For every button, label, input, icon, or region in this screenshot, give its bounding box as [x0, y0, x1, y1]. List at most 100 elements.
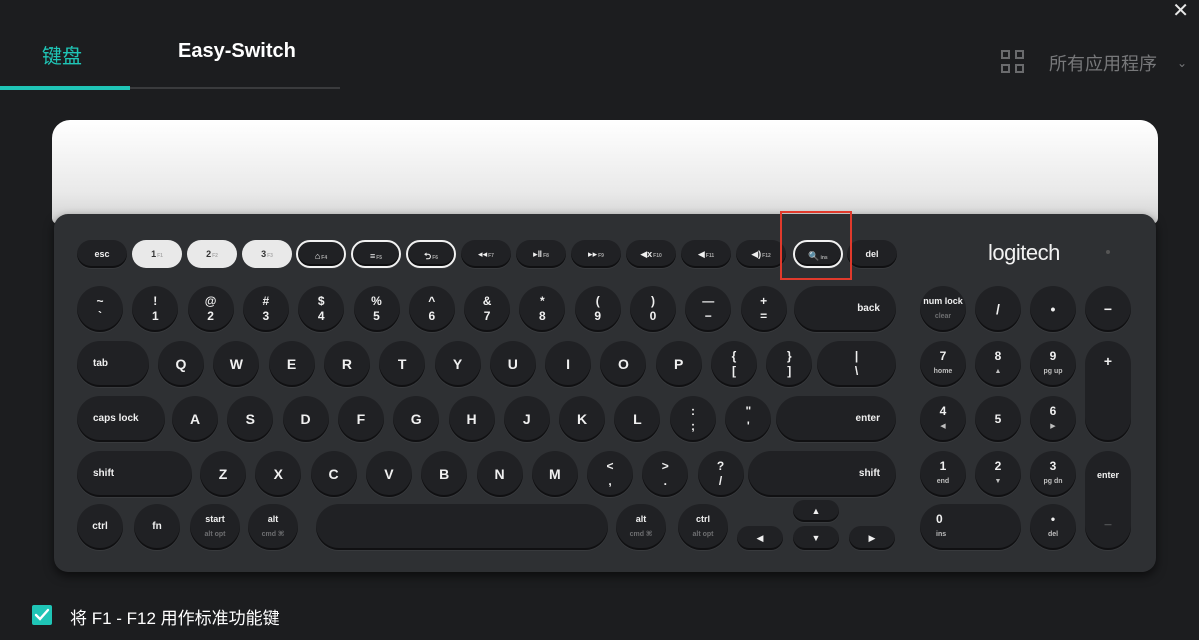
enter-key[interactable]: enter	[776, 396, 896, 442]
key-p[interactable]: P	[655, 341, 702, 387]
numpad-dot-key[interactable]: • del	[1030, 504, 1076, 550]
shift-right-key[interactable]: shift	[748, 451, 896, 497]
key-y[interactable]: Y	[434, 341, 481, 387]
fn-key-f1[interactable]: 1F1	[132, 240, 182, 268]
backspace-key[interactable]: back	[794, 286, 896, 332]
chevron-down-icon[interactable]: ⌄	[1177, 56, 1187, 70]
fn-key-del[interactable]: del	[847, 240, 897, 268]
shift-left-key[interactable]: shift	[77, 451, 192, 497]
key-d[interactable]: D	[282, 396, 329, 442]
spacebar[interactable]	[316, 504, 608, 550]
key-j[interactable]: J	[503, 396, 550, 442]
key-3[interactable]: #3	[242, 286, 289, 332]
numpad-8-key[interactable]: 8 ▲	[975, 341, 1021, 387]
key-=[interactable]: + =	[740, 286, 787, 332]
fn-key-f7[interactable]: ◂◂F7	[461, 240, 511, 268]
arrow-left-key[interactable]: ◀	[737, 526, 783, 550]
fn-key-f5[interactable]: ≡F5	[351, 240, 401, 268]
key-5[interactable]: % 5	[353, 286, 400, 332]
key-e[interactable]: E	[268, 341, 315, 387]
numpad-minus-key[interactable]: −	[1085, 286, 1131, 332]
fn-key-f2[interactable]: 2F2	[187, 240, 237, 268]
key-punct-b0[interactable]: <,	[587, 451, 633, 497]
key-k[interactable]: K	[559, 396, 606, 442]
key-punct-b1[interactable]: >.	[642, 451, 689, 497]
alt-left-key[interactable]: alt cmd ⌘	[248, 504, 298, 550]
ctrl-right-key[interactable]: ctrl alt opt	[678, 504, 728, 550]
key-bracket-0[interactable]: {[	[711, 341, 757, 387]
key-9[interactable]: (9	[574, 286, 621, 332]
caps-lock-key[interactable]: caps lock	[77, 396, 165, 442]
fkey-checkbox[interactable]	[32, 605, 52, 625]
key-punct-0[interactable]: :;	[670, 396, 716, 442]
numpad-3-key[interactable]: 3 pg dn	[1030, 451, 1076, 497]
grid-icon[interactable]	[1001, 50, 1027, 76]
key-b[interactable]: B	[421, 451, 468, 497]
tab-easy-switch[interactable]: Easy-Switch	[178, 40, 296, 63]
arrow-right-key[interactable]: ▶	[849, 526, 895, 550]
key-z[interactable]: Z	[200, 451, 246, 497]
key-w[interactable]: W	[213, 341, 260, 387]
numpad-multiply-key[interactable]: •	[1030, 286, 1076, 332]
fn-modifier-key[interactable]: fn	[134, 504, 180, 550]
numpad-4-key[interactable]: 4 ◀	[920, 396, 966, 442]
key-h[interactable]: H	[448, 396, 495, 442]
key-8[interactable]: * 8	[519, 286, 566, 332]
key-punct-b2[interactable]: ? /	[697, 451, 744, 497]
key-bracket-1[interactable]: }]	[766, 341, 813, 387]
fn-key-esc[interactable]: esc	[77, 240, 127, 268]
key-q[interactable]: Q	[158, 341, 204, 387]
key-backslash[interactable]: | \	[817, 341, 896, 387]
fn-key-f4[interactable]: ⌂F4	[296, 240, 346, 268]
fn-key-f12[interactable]: ◀)F12	[736, 240, 786, 268]
key-2[interactable]: @2	[187, 286, 234, 332]
numpad-enter-key[interactable]: enter —	[1085, 451, 1131, 550]
start-key[interactable]: start alt opt	[190, 504, 240, 550]
numpad-0-key[interactable]: 0 ins	[920, 504, 1021, 550]
numpad-divide-key[interactable]: /	[975, 286, 1021, 332]
key-g[interactable]: G	[393, 396, 440, 442]
num-lock-key[interactable]: num lock clear	[920, 286, 966, 332]
tab-key[interactable]: tab	[77, 341, 149, 387]
key-x[interactable]: X	[255, 451, 302, 497]
numpad-7-key[interactable]: 7 home	[920, 341, 966, 387]
key-l[interactable]: L	[614, 396, 661, 442]
key-−[interactable]: — −	[685, 286, 732, 332]
ctrl-left-key[interactable]: ctrl	[77, 504, 123, 550]
key-s[interactable]: S	[227, 396, 274, 442]
fn-key-f10[interactable]: ◀xF10	[626, 240, 676, 268]
numpad-5-key[interactable]: 5	[975, 396, 1021, 442]
numpad-2-key[interactable]: 2 ▼	[975, 451, 1021, 497]
fn-key-f11[interactable]: ◀F11	[681, 240, 731, 268]
fn-key-f9[interactable]: ▸▸F9	[571, 240, 621, 268]
key-7[interactable]: & 7	[464, 286, 511, 332]
key-0[interactable]: ) 0	[630, 286, 676, 332]
key-f[interactable]: F	[337, 396, 384, 442]
alt-right-key[interactable]: alt cmd ⌘	[616, 504, 666, 550]
key-c[interactable]: C	[310, 451, 357, 497]
key-punct-1[interactable]: " '	[725, 396, 772, 442]
numpad-plus-key[interactable]: +	[1085, 341, 1131, 442]
key-r[interactable]: R	[323, 341, 370, 387]
key-n[interactable]: N	[476, 451, 523, 497]
fn-key-f3[interactable]: 3F3	[242, 240, 292, 268]
tab-keyboard[interactable]: 键盘	[42, 40, 82, 69]
fn-key-f8[interactable]: ▸‖F8	[516, 240, 566, 268]
numpad-1-key[interactable]: 1 end	[920, 451, 966, 497]
key-i[interactable]: I	[545, 341, 592, 387]
key-a[interactable]: A	[172, 396, 218, 442]
key-m[interactable]: M	[531, 451, 578, 497]
key-t[interactable]: T	[379, 341, 426, 387]
apps-dropdown-label[interactable]: 所有应用程序	[1049, 50, 1157, 76]
numpad-9-key[interactable]: 9 pg up	[1030, 341, 1076, 387]
app-selector[interactable]: 所有应用程序 ⌄	[989, 46, 1199, 78]
key-6[interactable]: ^ 6	[408, 286, 455, 332]
fn-key-f6[interactable]: ⮌F6	[406, 240, 456, 268]
key-4[interactable]: $4	[298, 286, 345, 332]
key-u[interactable]: U	[489, 341, 536, 387]
key-1[interactable]: ! 1	[132, 286, 179, 332]
key-o[interactable]: O	[600, 341, 647, 387]
key-v[interactable]: V	[365, 451, 412, 497]
key-`[interactable]: ~ `	[77, 286, 123, 332]
arrow-down-key[interactable]: ▼	[793, 526, 839, 550]
